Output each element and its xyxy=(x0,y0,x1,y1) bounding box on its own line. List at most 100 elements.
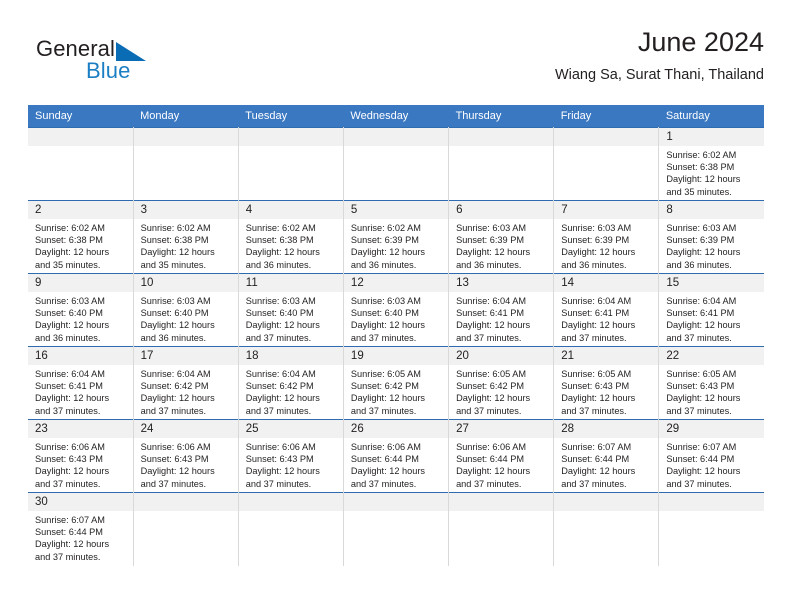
day-number: 13 xyxy=(449,274,554,292)
daylight-text: Daylight: 12 hours xyxy=(35,466,110,477)
calendar-day-cell[interactable]: 2 Sunrise: 6:02 AM Sunset: 6:38 PM Daylight… xyxy=(28,200,134,274)
sunset-text: Sunset: 6:40 PM xyxy=(140,308,209,319)
daylight-text: Daylight: 12 hours xyxy=(456,320,531,331)
daylight-text: and 37 minutes. xyxy=(350,478,417,489)
day-details: Sunrise: 6:05 AM Sunset: 6:42 PM Daylight:… xyxy=(344,365,448,417)
day-details: Sunrise: 6:04 AM Sunset: 6:41 PM Daylight:… xyxy=(449,292,553,344)
sunset-text: Sunset: 6:39 PM xyxy=(666,235,735,246)
calendar-day-cell[interactable]: 16 Sunrise: 6:04 AM Sunset: 6:41 PM Dayligh… xyxy=(28,346,134,420)
day-details: Sunrise: 6:07 AM Sunset: 6:44 PM Daylight:… xyxy=(554,438,658,490)
sunset-text: Sunset: 6:38 PM xyxy=(245,235,314,246)
daylight-text: Daylight: 12 hours xyxy=(350,393,425,404)
sunset-text: Sunset: 6:43 PM xyxy=(140,454,209,465)
calendar-day-cell[interactable]: 26 Sunrise: 6:06 AM Sunset: 6:44 PM Dayligh… xyxy=(343,419,450,493)
day-number: 30 xyxy=(28,493,133,511)
day-details: Sunrise: 6:06 AM Sunset: 6:44 PM Daylight:… xyxy=(449,438,553,490)
day-details: Sunrise: 6:02 AM Sunset: 6:38 PM Daylight:… xyxy=(134,219,238,271)
calendar-day-cell[interactable]: 18 Sunrise: 6:04 AM Sunset: 6:42 PM Dayligh… xyxy=(238,346,344,420)
sunrise-text: Sunrise: 6:02 AM xyxy=(350,223,421,233)
day-number xyxy=(554,128,659,146)
calendar-day-cell[interactable]: 9 Sunrise: 6:03 AM Sunset: 6:40 PM Daylight… xyxy=(28,273,134,347)
calendar-day-cell[interactable]: 28 Sunrise: 6:07 AM Sunset: 6:44 PM Dayligh… xyxy=(553,419,660,493)
sunset-text: Sunset: 6:39 PM xyxy=(561,235,630,246)
daylight-text: and 37 minutes. xyxy=(456,478,522,489)
calendar-day-cell-empty xyxy=(448,492,555,566)
daylight-text: Daylight: 12 hours xyxy=(35,247,110,258)
sunrise-text: Sunrise: 6:05 AM xyxy=(456,369,527,379)
sunset-text: Sunset: 6:41 PM xyxy=(456,308,524,319)
calendar-day-cell[interactable]: 7 Sunrise: 6:03 AM Sunset: 6:39 PM Daylight… xyxy=(553,200,660,274)
daylight-text: and 35 minutes. xyxy=(666,186,732,197)
calendar-day-cell[interactable]: 20 Sunrise: 6:05 AM Sunset: 6:42 PM Dayligh… xyxy=(448,346,555,420)
daylight-text: Daylight: 12 hours xyxy=(561,247,636,258)
calendar-day-cell[interactable]: 17 Sunrise: 6:04 AM Sunset: 6:42 PM Dayligh… xyxy=(133,346,239,420)
calendar-header-row: Sunday Monday Tuesday Wednesday Thursday Frid… xyxy=(28,105,764,128)
day-number xyxy=(343,493,449,511)
day-details: Sunrise: 6:03 AM Sunset: 6:39 PM Daylight:… xyxy=(449,219,553,271)
day-details: Sunrise: 6:03 AM Sunset: 6:39 PM Daylight:… xyxy=(554,219,658,271)
calendar-day-cell[interactable]: 25 Sunrise: 6:06 AM Sunset: 6:43 PM Dayligh… xyxy=(238,419,344,493)
day-number: 18 xyxy=(238,347,343,365)
calendar-day-cell[interactable]: 8 Sunrise: 6:03 AM Sunset: 6:39 PM Daylight… xyxy=(658,200,764,274)
calendar-day-cell[interactable]: 21 Sunrise: 6:05 AM Sunset: 6:43 PM Dayligh… xyxy=(553,346,660,420)
general-blue-logo[interactable]: General Blue xyxy=(36,34,226,90)
day-number: 26 xyxy=(343,420,449,438)
sunrise-text: Sunrise: 6:03 AM xyxy=(666,223,737,233)
sunrise-text: Sunrise: 6:02 AM xyxy=(140,223,211,233)
daylight-text: and 37 minutes. xyxy=(561,478,627,489)
daylight-text: and 35 minutes. xyxy=(35,259,101,270)
day-number: 15 xyxy=(659,274,764,292)
sunrise-text: Sunrise: 6:07 AM xyxy=(561,442,632,452)
calendar-day-cell-empty xyxy=(553,492,660,566)
daylight-text: Daylight: 12 hours xyxy=(245,466,320,477)
calendar-day-cell[interactable]: 10 Sunrise: 6:03 AM Sunset: 6:40 PM Dayligh… xyxy=(133,273,239,347)
calendar-day-cell-empty xyxy=(133,492,239,566)
page-header: General Blue June 2024 Wiang Sa, Surat T… xyxy=(28,27,764,100)
calendar-day-cell[interactable]: 19 Sunrise: 6:05 AM Sunset: 6:42 PM Dayligh… xyxy=(343,346,450,420)
sunrise-text: Sunrise: 6:03 AM xyxy=(561,223,632,233)
calendar-day-cell-empty xyxy=(658,492,764,566)
calendar-day-cell[interactable]: 11 Sunrise: 6:03 AM Sunset: 6:40 PM Dayligh… xyxy=(238,273,344,347)
calendar-day-cell[interactable]: 1 Sunrise: 6:02 AM Sunset: 6:38 PM Daylight… xyxy=(658,127,764,201)
calendar-day-cell-empty xyxy=(238,492,344,566)
calendar-day-cell[interactable]: 12 Sunrise: 6:03 AM Sunset: 6:40 PM Dayligh… xyxy=(343,273,450,347)
daylight-text: Daylight: 12 hours xyxy=(35,393,110,404)
daylight-text: and 37 minutes. xyxy=(140,478,207,489)
daylight-text: Daylight: 12 hours xyxy=(561,466,636,477)
calendar-week-row: 16 Sunrise: 6:04 AM Sunset: 6:41 PM Dayligh… xyxy=(28,346,764,420)
day-details: Sunrise: 6:03 AM Sunset: 6:40 PM Daylight:… xyxy=(28,292,133,344)
day-details: Sunrise: 6:04 AM Sunset: 6:42 PM Daylight:… xyxy=(134,365,238,417)
calendar-day-cell[interactable]: 5 Sunrise: 6:02 AM Sunset: 6:39 PM Daylight… xyxy=(343,200,450,274)
daylight-text: and 37 minutes. xyxy=(245,405,312,416)
day-number: 16 xyxy=(28,347,133,365)
calendar-day-cell[interactable]: 29 Sunrise: 6:07 AM Sunset: 6:44 PM Dayligh… xyxy=(658,419,764,493)
calendar-day-cell[interactable]: 15 Sunrise: 6:04 AM Sunset: 6:41 PM Dayligh… xyxy=(658,273,764,347)
calendar-day-cell[interactable]: 4 Sunrise: 6:02 AM Sunset: 6:38 PM Daylight… xyxy=(238,200,344,274)
sunrise-text: Sunrise: 6:04 AM xyxy=(561,296,632,306)
calendar-day-cell[interactable]: 6 Sunrise: 6:03 AM Sunset: 6:39 PM Daylight… xyxy=(448,200,555,274)
sunset-text: Sunset: 6:42 PM xyxy=(350,381,419,392)
daylight-text: Daylight: 12 hours xyxy=(35,539,110,550)
daylight-text: and 37 minutes. xyxy=(350,405,417,416)
sunrise-text: Sunrise: 6:04 AM xyxy=(245,369,316,379)
daylight-text: and 36 minutes. xyxy=(666,259,732,270)
calendar-day-cell[interactable]: 22 Sunrise: 6:05 AM Sunset: 6:43 PM Dayligh… xyxy=(658,346,764,420)
calendar-day-cell-empty xyxy=(448,127,555,201)
day-number: 21 xyxy=(554,347,659,365)
calendar-day-cell[interactable]: 24 Sunrise: 6:06 AM Sunset: 6:43 PM Dayligh… xyxy=(133,419,239,493)
calendar-day-cell[interactable]: 3 Sunrise: 6:02 AM Sunset: 6:38 PM Daylight… xyxy=(133,200,239,274)
day-details: Sunrise: 6:06 AM Sunset: 6:44 PM Daylight:… xyxy=(344,438,448,490)
daylight-text: and 37 minutes. xyxy=(35,551,101,562)
calendar-day-cell[interactable]: 30 Sunrise: 6:07 AM Sunset: 6:44 PM Dayligh… xyxy=(28,492,134,566)
calendar-day-cell[interactable]: 14 Sunrise: 6:04 AM Sunset: 6:41 PM Dayligh… xyxy=(553,273,660,347)
sunset-text: Sunset: 6:44 PM xyxy=(666,454,735,465)
calendar-day-cell[interactable]: 27 Sunrise: 6:06 AM Sunset: 6:44 PM Dayligh… xyxy=(448,419,555,493)
sunset-text: Sunset: 6:40 PM xyxy=(245,308,314,319)
day-number: 8 xyxy=(659,201,764,219)
daylight-text: Daylight: 12 hours xyxy=(140,320,215,331)
calendar-day-cell[interactable]: 23 Sunrise: 6:06 AM Sunset: 6:43 PM Dayligh… xyxy=(28,419,134,493)
daylight-text: and 36 minutes. xyxy=(245,259,312,270)
page-subtitle: Wiang Sa, Surat Thani, Thailand xyxy=(554,66,764,83)
calendar-day-cell[interactable]: 13 Sunrise: 6:04 AM Sunset: 6:41 PM Dayligh… xyxy=(448,273,555,347)
day-details: Sunrise: 6:03 AM Sunset: 6:40 PM Daylight:… xyxy=(239,292,343,344)
